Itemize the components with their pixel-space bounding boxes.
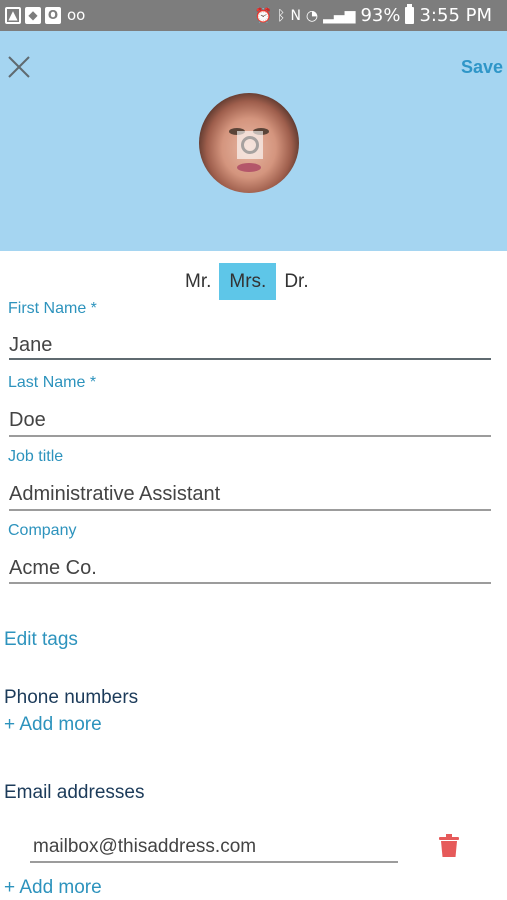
email-underline xyxy=(30,861,398,863)
salutation-selector: Mr. Mrs. Dr. xyxy=(177,263,317,300)
trash-icon xyxy=(439,834,459,857)
avatar-lips xyxy=(237,163,261,172)
avatar[interactable] xyxy=(199,93,299,193)
notification-icons: ▲ ◆ O oo xyxy=(5,6,85,24)
email-field[interactable]: mailbox@thisaddress.com xyxy=(33,836,256,858)
delete-email-button[interactable] xyxy=(439,834,459,863)
phone-numbers-title: Phone numbers xyxy=(4,687,139,708)
clock: 3:55 PM xyxy=(419,5,492,26)
close-icon xyxy=(8,56,30,78)
status-bar: ▲ ◆ O oo ⏰ ᛒ N ◔ ▂▄▆ 93% 3:55 PM xyxy=(0,0,507,31)
edit-tags-link[interactable]: Edit tags xyxy=(4,629,78,651)
system-icons: ⏰ ᛒ N ◔ ▂▄▆ 93% 3:55 PM xyxy=(254,4,492,26)
signal-icon: ▂▄▆ xyxy=(323,7,356,24)
company-field[interactable]: Acme Co. xyxy=(9,557,97,580)
bluetooth-icon: ᛒ xyxy=(277,7,286,24)
last-name-label: Last Name * xyxy=(8,374,97,391)
first-name-label: First Name * xyxy=(8,300,97,317)
company-label: Company xyxy=(8,522,77,539)
last-name-field[interactable]: Doe xyxy=(9,409,46,432)
security-icon: ◆ xyxy=(25,6,41,24)
wifi-icon: ◔ xyxy=(305,7,319,24)
job-title-field[interactable]: Administrative Assistant xyxy=(9,483,220,506)
add-email-button[interactable]: + Add more xyxy=(4,877,102,899)
job-title-underline xyxy=(9,509,491,511)
close-button[interactable] xyxy=(6,54,32,80)
contact-header: Save xyxy=(0,31,507,251)
job-title-label: Job title xyxy=(8,448,64,465)
camera-icon xyxy=(241,136,259,154)
email-addresses-title: Email addresses xyxy=(4,782,145,803)
first-name-field[interactable]: Jane xyxy=(9,334,52,357)
change-photo-button[interactable] xyxy=(237,131,263,159)
app-notification-icon: ▲ xyxy=(5,6,21,24)
voicemail-icon: oo xyxy=(67,6,86,24)
salutation-mrs[interactable]: Mrs. xyxy=(219,263,277,300)
outlook-icon: O xyxy=(45,6,61,24)
salutation-dr[interactable]: Dr. xyxy=(276,263,316,300)
alarm-icon: ⏰ xyxy=(254,7,273,24)
company-underline xyxy=(9,582,491,584)
salutation-mr[interactable]: Mr. xyxy=(177,263,219,300)
nfc-icon: N xyxy=(290,7,301,24)
last-name-underline xyxy=(9,435,491,437)
add-phone-button[interactable]: + Add more xyxy=(4,714,102,736)
battery-icon xyxy=(405,4,415,24)
first-name-underline xyxy=(9,358,491,360)
battery-percent: 93% xyxy=(360,5,401,26)
save-button[interactable]: Save xyxy=(461,57,503,78)
